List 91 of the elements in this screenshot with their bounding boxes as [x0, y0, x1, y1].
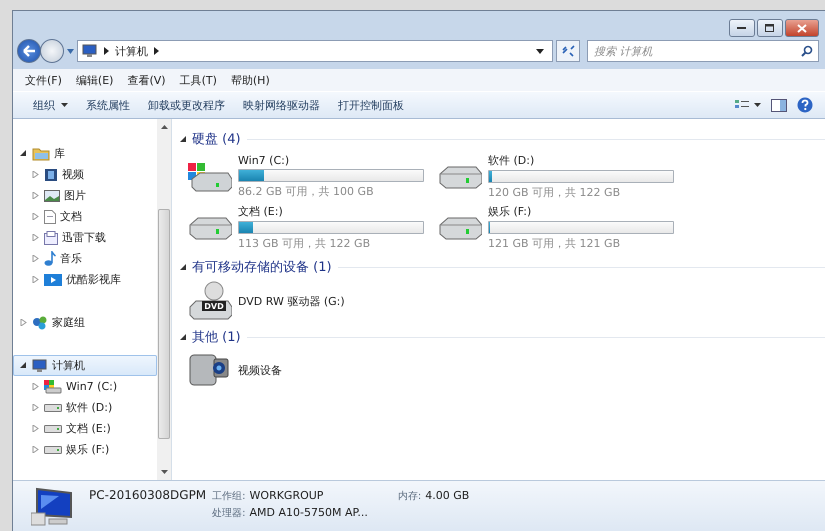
drive-icon — [44, 404, 62, 412]
search-icon[interactable] — [801, 45, 813, 57]
minimize-button[interactable] — [729, 19, 755, 37]
drive-icon — [44, 380, 62, 394]
view-options-icon[interactable] — [735, 99, 761, 111]
tree-item[interactable]: 计算机 — [13, 355, 157, 376]
menu-item[interactable]: 编辑(E) — [76, 72, 114, 88]
tree-item[interactable]: 迅雷下载 — [13, 227, 157, 248]
folder-icon — [32, 146, 50, 160]
computer-icon — [82, 44, 98, 58]
drive-icon — [44, 446, 62, 454]
breadcrumb-arrow-icon[interactable] — [154, 47, 159, 55]
device-name[interactable]: DVD RW 驱动器 (G:) — [238, 294, 345, 308]
breadcrumb-arrow-icon[interactable] — [104, 47, 109, 55]
help-icon[interactable] — [797, 97, 813, 113]
refresh-icon[interactable] — [561, 45, 575, 57]
detail-value: AMD A10-5750M AP... — [250, 506, 368, 520]
toolbar-button[interactable]: 映射网络驱动器 — [243, 98, 320, 112]
forward-button[interactable] — [40, 39, 64, 63]
tree-item[interactable]: 家庭组 — [13, 312, 157, 333]
toolbar-button[interactable]: 组织 — [33, 98, 68, 112]
tree-item[interactable]: Win7 (C:) — [13, 376, 157, 397]
document-icon — [44, 210, 56, 224]
drive-icon[interactable] — [438, 164, 482, 190]
back-arrow-icon[interactable] — [22, 45, 36, 57]
drive-name[interactable]: 娱乐 (F:) — [488, 204, 674, 219]
group-header[interactable]: 其他 (1) — [192, 328, 241, 346]
close-button[interactable] — [785, 19, 819, 37]
document-icon — [44, 230, 58, 244]
back-button[interactable] — [17, 39, 41, 63]
maximize-button[interactable] — [757, 19, 783, 37]
dropdown-caret-icon[interactable] — [536, 48, 544, 54]
tree-item[interactable]: 娱乐 (F:) — [13, 439, 157, 460]
computer-icon — [32, 358, 48, 372]
tree-item[interactable]: 视频 — [13, 164, 157, 185]
homegroup-icon — [32, 316, 48, 330]
free-space-text: 113 GB 可用，共 122 GB — [238, 236, 372, 251]
group-header[interactable]: 硬盘 (4) — [192, 130, 241, 148]
collapse-arrow-icon[interactable] — [180, 136, 186, 142]
toolbar-button[interactable]: 打开控制面板 — [338, 98, 404, 112]
scroll-up-icon[interactable] — [160, 125, 168, 129]
detail-label: 内存: — [398, 490, 422, 503]
tree-item[interactable]: 音乐 — [13, 248, 157, 269]
menu-item[interactable]: 文件(F) — [25, 72, 62, 88]
tree-item[interactable]: 软件 (D:) — [13, 397, 157, 418]
device-name[interactable]: 视频设备 — [238, 362, 282, 378]
collapse-arrow-icon[interactable] — [180, 264, 186, 270]
drive-icon[interactable] — [438, 214, 482, 240]
drive-icon[interactable] — [188, 214, 232, 240]
preview-pane-icon[interactable] — [771, 98, 787, 112]
detail-label: 处理器: — [212, 506, 246, 520]
free-space-text: 86.2 GB 可用，共 100 GB — [238, 184, 375, 199]
refresh-button[interactable] — [556, 40, 580, 62]
expander-icon[interactable] — [20, 362, 27, 369]
video-icon — [44, 273, 62, 286]
detail-label: 工作组: — [212, 490, 246, 503]
film-icon — [44, 168, 58, 182]
group-header[interactable]: 有可移动存储的设备 (1) — [192, 258, 332, 276]
drive-icon[interactable] — [188, 160, 232, 192]
collapse-arrow-icon[interactable] — [180, 334, 186, 340]
scroll-down-icon[interactable] — [160, 470, 168, 474]
address-bar[interactable]: 计算机 — [77, 40, 553, 62]
free-space-text: 121 GB 可用，共 121 GB — [488, 236, 622, 251]
free-space-text: 120 GB 可用，共 122 GB — [488, 185, 622, 200]
detail-value: WORKGROUP — [250, 489, 324, 503]
minimize-icon[interactable] — [737, 26, 747, 30]
tree-item[interactable]: 库 — [13, 143, 157, 164]
drive-name[interactable]: 文档 (E:) — [238, 204, 424, 219]
drive-name[interactable]: Win7 (C:) — [238, 154, 424, 167]
music-note-icon — [44, 251, 56, 266]
expander-icon[interactable] — [20, 150, 27, 157]
tree-item[interactable]: 文档 — [13, 206, 157, 227]
computer-name: PC-20160308DGPM — [89, 488, 206, 502]
caret-icon[interactable] — [61, 103, 68, 107]
menu-item[interactable]: 查看(V) — [127, 72, 166, 88]
menu-item[interactable]: 帮助(H) — [230, 72, 270, 88]
toolbar-button[interactable]: 系统属性 — [86, 98, 130, 112]
toolbar-button[interactable]: 卸载或更改程序 — [148, 98, 225, 112]
tree-item[interactable]: 优酷影视库 — [13, 269, 157, 290]
menu-item[interactable]: 工具(T) — [180, 72, 217, 88]
tree-item[interactable]: 文档 (E:) — [13, 418, 157, 439]
picture-icon — [44, 190, 60, 202]
close-icon[interactable] — [797, 24, 807, 32]
drive-name[interactable]: 软件 (D:) — [488, 153, 674, 168]
breadcrumb[interactable]: 计算机 — [115, 44, 148, 58]
drive-icon — [44, 424, 62, 432]
maximize-icon[interactable] — [765, 24, 775, 32]
detail-value: 4.00 GB — [425, 489, 470, 503]
tree-item[interactable]: 图片 — [13, 185, 157, 206]
search-field[interactable]: 搜索 计算机 — [587, 40, 819, 62]
scrollbar[interactable] — [157, 119, 171, 480]
